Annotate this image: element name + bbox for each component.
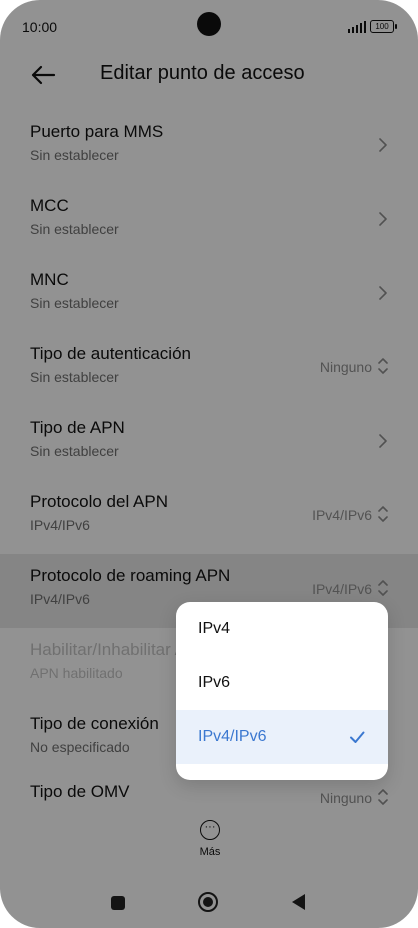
option-label: IPv6 <box>198 674 231 691</box>
option-label: IPv4 <box>198 620 231 637</box>
modal-scrim[interactable] <box>0 0 418 928</box>
option-ipv6[interactable]: IPv6 <box>176 656 388 710</box>
protocol-options-popup: IPv4 IPv6 IPv4/IPv6 <box>176 602 388 780</box>
option-ipv4[interactable]: IPv4 <box>176 602 388 656</box>
checkmark-icon <box>348 728 366 746</box>
option-ipv4-ipv6[interactable]: IPv4/IPv6 <box>176 710 388 764</box>
phone-frame: 10:00 100 Editar punto de acceso Puerto … <box>0 0 418 928</box>
option-label: IPv4/IPv6 <box>198 728 267 745</box>
